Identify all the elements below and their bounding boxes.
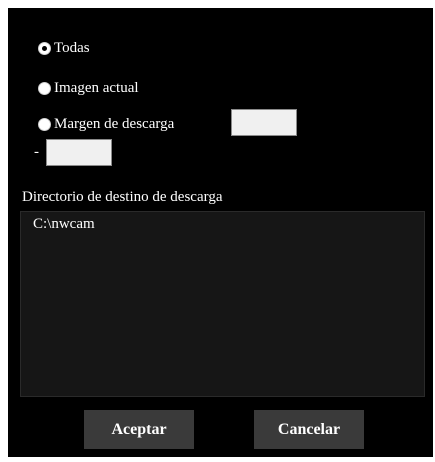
radio-download-range[interactable] [38, 117, 51, 131]
range-separator: - [34, 144, 39, 160]
option-current-image[interactable]: Imagen actual [38, 76, 139, 100]
range-start-field[interactable] [231, 109, 297, 136]
option-all-label: Todas [54, 39, 90, 56]
option-download-range-label: Margen de descarga [54, 115, 175, 132]
option-download-range[interactable]: Margen de descarga [38, 112, 174, 136]
directory-box[interactable]: C:\nwcam [20, 211, 425, 397]
option-current-image-label: Imagen actual [54, 79, 139, 96]
download-dialog: Todas Imagen actual Margen de descarga -… [8, 8, 433, 457]
directory-path: C:\nwcam [33, 216, 95, 232]
range-end-field[interactable] [46, 139, 112, 166]
accept-button[interactable]: Aceptar [84, 410, 194, 449]
radio-current-image[interactable] [38, 81, 51, 95]
cancel-button[interactable]: Cancelar [254, 410, 364, 449]
option-all[interactable]: Todas [38, 36, 90, 60]
directory-label: Directorio de destino de descarga [22, 189, 223, 205]
radio-all[interactable] [38, 41, 51, 55]
